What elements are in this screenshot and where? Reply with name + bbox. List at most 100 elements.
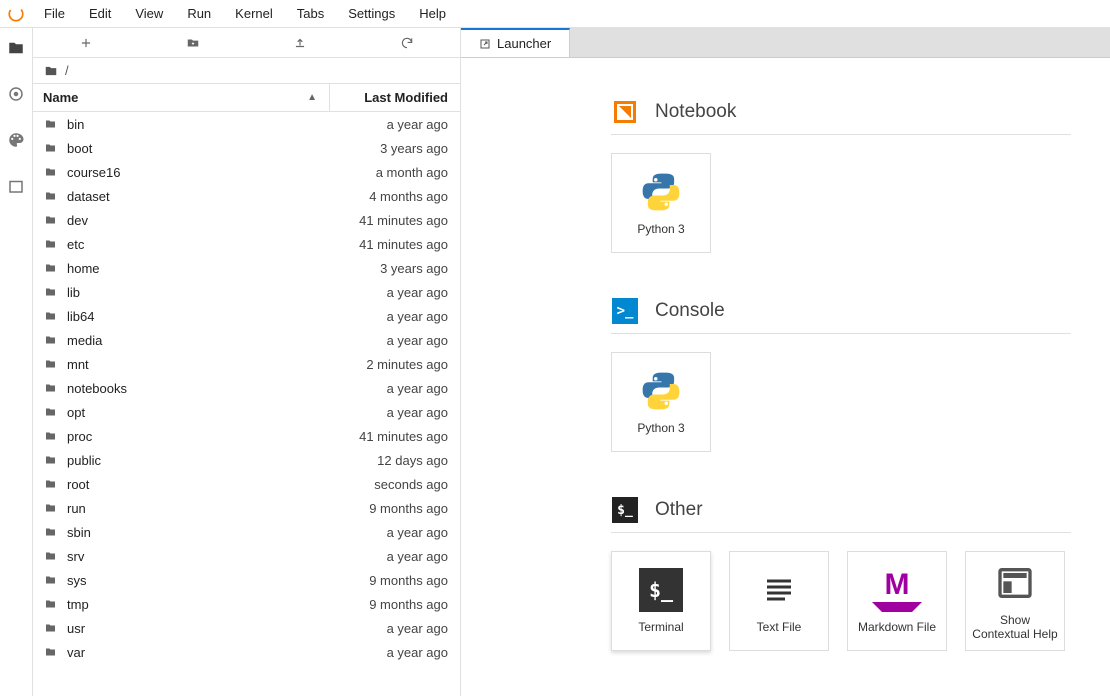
list-item[interactable]: dataset4 months ago	[33, 184, 460, 208]
folder-icon	[43, 118, 61, 130]
file-modified: 41 minutes ago	[359, 237, 448, 252]
file-modified: a year ago	[387, 645, 448, 660]
section-title: Other	[655, 499, 703, 521]
folder-icon	[43, 238, 61, 250]
section-title: Console	[655, 300, 725, 322]
launcher-card-terminal[interactable]: $_Terminal	[611, 551, 711, 651]
new-folder-button[interactable]	[140, 36, 247, 50]
upload-button[interactable]	[247, 36, 354, 50]
folder-icon	[43, 574, 61, 586]
menu-edit[interactable]: Edit	[77, 0, 123, 28]
list-item[interactable]: public12 days ago	[33, 448, 460, 472]
launcher-card-help[interactable]: Show Contextual Help	[965, 551, 1065, 651]
folder-icon	[43, 262, 61, 274]
palette-icon[interactable]	[6, 130, 26, 150]
file-modified: a year ago	[387, 117, 448, 132]
column-header-name[interactable]: Name ▲	[33, 84, 330, 111]
menu-settings[interactable]: Settings	[336, 0, 407, 28]
list-item[interactable]: vara year ago	[33, 640, 460, 664]
file-name: boot	[61, 141, 380, 156]
file-modified: 9 months ago	[369, 501, 448, 516]
file-modified: a year ago	[387, 333, 448, 348]
list-item[interactable]: sbina year ago	[33, 520, 460, 544]
list-item[interactable]: course16a month ago	[33, 160, 460, 184]
launcher-card-markdown[interactable]: MMarkdown File	[847, 551, 947, 651]
menu-help[interactable]: Help	[407, 0, 458, 28]
list-item[interactable]: home3 years ago	[33, 256, 460, 280]
list-item[interactable]: sys9 months ago	[33, 568, 460, 592]
menu-bar: FileEditViewRunKernelTabsSettingsHelp	[0, 0, 1110, 28]
folder-icon	[43, 550, 61, 562]
refresh-button[interactable]	[353, 36, 460, 50]
list-item[interactable]: proc41 minutes ago	[33, 424, 460, 448]
file-name: notebooks	[61, 381, 387, 396]
list-item[interactable]: opta year ago	[33, 400, 460, 424]
sort-asc-icon: ▲	[307, 92, 317, 103]
card-label: Markdown File	[854, 620, 940, 634]
tabs-icon[interactable]	[6, 176, 26, 196]
file-name: sbin	[61, 525, 387, 540]
file-list-header: Name ▲ Last Modified	[33, 84, 460, 112]
launcher-card-python[interactable]: Python 3	[611, 153, 711, 253]
folder-icon	[43, 166, 61, 178]
list-item[interactable]: liba year ago	[33, 280, 460, 304]
file-name: usr	[61, 621, 387, 636]
list-item[interactable]: notebooksa year ago	[33, 376, 460, 400]
tab-launcher[interactable]: Launcher	[461, 28, 570, 57]
file-modified: 3 years ago	[380, 141, 448, 156]
list-item[interactable]: tmp9 months ago	[33, 592, 460, 616]
file-browser: / Name ▲ Last Modified bina year agoboot…	[33, 28, 461, 696]
file-name: dataset	[61, 189, 369, 204]
list-item[interactable]: mediaa year ago	[33, 328, 460, 352]
list-item[interactable]: etc41 minutes ago	[33, 232, 460, 256]
section-header: Notebook	[611, 98, 1071, 135]
folder-icon	[43, 334, 61, 346]
list-item[interactable]: run9 months ago	[33, 496, 460, 520]
tab-strip: Launcher	[461, 28, 1110, 58]
list-item[interactable]: usra year ago	[33, 616, 460, 640]
launcher-section-console: >_ConsolePython 3	[611, 297, 1110, 452]
launcher-card-text[interactable]: Text File	[729, 551, 829, 651]
file-name: var	[61, 645, 387, 660]
file-modified: a year ago	[387, 381, 448, 396]
list-item[interactable]: boot3 years ago	[33, 136, 460, 160]
other-section-icon: $_	[611, 496, 639, 524]
card-label: Text File	[753, 620, 806, 634]
list-item[interactable]: srva year ago	[33, 544, 460, 568]
file-modified: a year ago	[387, 405, 448, 420]
list-item[interactable]: rootseconds ago	[33, 472, 460, 496]
column-header-modified[interactable]: Last Modified	[330, 90, 460, 105]
list-item[interactable]: mnt2 minutes ago	[33, 352, 460, 376]
file-name: public	[61, 453, 377, 468]
launcher-card-python[interactable]: Python 3	[611, 352, 711, 452]
file-name: course16	[61, 165, 376, 180]
file-modified: 9 months ago	[369, 573, 448, 588]
card-label: Python 3	[633, 222, 688, 236]
file-modified: 9 months ago	[369, 597, 448, 612]
folder-icon	[43, 502, 61, 514]
file-modified: a year ago	[387, 309, 448, 324]
folder-icon	[43, 406, 61, 418]
menu-view[interactable]: View	[123, 0, 175, 28]
list-item[interactable]: dev41 minutes ago	[33, 208, 460, 232]
menu-kernel[interactable]: Kernel	[223, 0, 285, 28]
file-name: media	[61, 333, 387, 348]
file-modified: 3 years ago	[380, 261, 448, 276]
folder-icon	[43, 286, 61, 298]
list-item[interactable]: lib64a year ago	[33, 304, 460, 328]
file-modified: 2 minutes ago	[366, 357, 448, 372]
running-icon[interactable]	[6, 84, 26, 104]
folder-icon[interactable]	[6, 38, 26, 58]
breadcrumb[interactable]: /	[33, 58, 460, 84]
folder-icon	[43, 598, 61, 610]
new-launcher-button[interactable]	[33, 36, 140, 50]
file-name: bin	[61, 117, 387, 132]
folder-icon	[43, 214, 61, 226]
menu-file[interactable]: File	[32, 0, 77, 28]
file-modified: a year ago	[387, 285, 448, 300]
menu-tabs[interactable]: Tabs	[285, 0, 336, 28]
file-name: tmp	[61, 597, 369, 612]
menu-run[interactable]: Run	[175, 0, 223, 28]
folder-icon	[43, 358, 61, 370]
list-item[interactable]: bina year ago	[33, 112, 460, 136]
